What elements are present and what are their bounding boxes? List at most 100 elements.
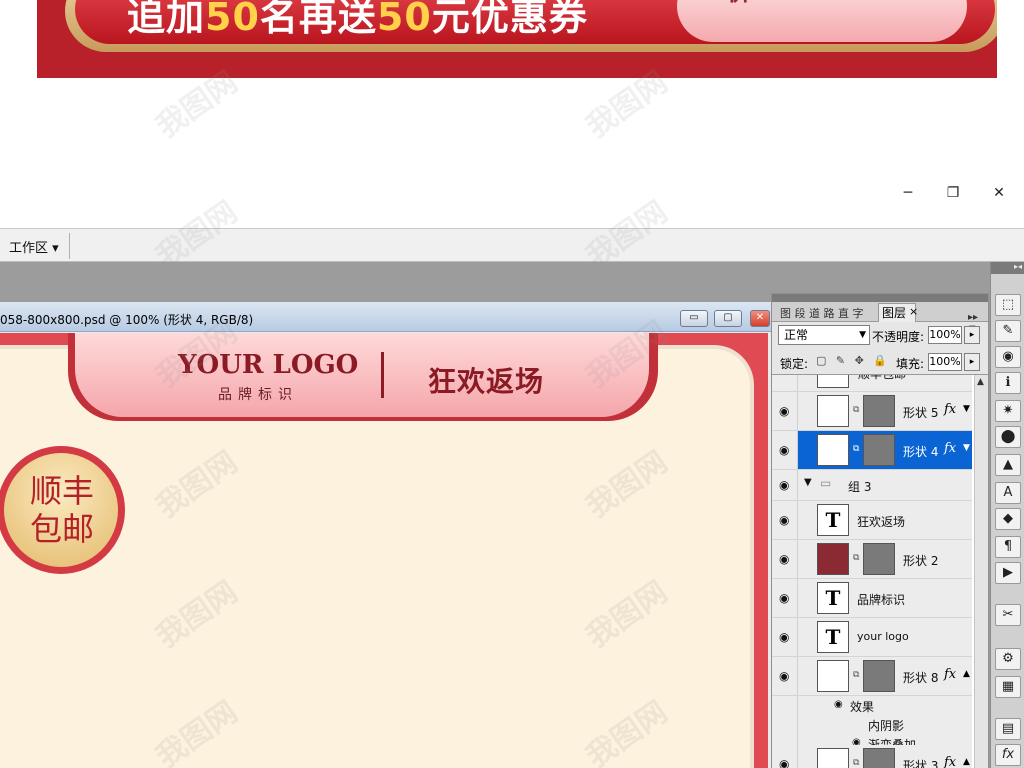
doc-minimize-button[interactable]: ▭ (680, 310, 708, 327)
tool-presets-icon[interactable]: ✂ (995, 604, 1021, 626)
paths-icon[interactable]: ▤ (995, 718, 1021, 740)
strip-grip[interactable]: ▸◂ (991, 262, 1024, 274)
expand-effects-icon[interactable]: ▼ (963, 443, 970, 453)
window-minimize-button[interactable]: ─ (899, 184, 917, 202)
document-title: 058-800x800.psd @ 100% (形状 4, RGB/8) (0, 313, 254, 327)
visibility-toggle[interactable] (772, 375, 798, 391)
layer-row[interactable]: ◉ ⧉ 形状 3 fx ▲ (772, 745, 972, 768)
banner-text-mid: 名再送 (259, 0, 377, 39)
effect-row[interactable]: 内阴影 (772, 715, 972, 734)
styles-icon[interactable]: fx (995, 744, 1021, 766)
screenshot-root: 追加50名再送50元优惠券 价 303 ─ ❐ ✕ 工作区 ▾ 058-800x… (0, 0, 1024, 768)
channels-icon[interactable]: ▦ (995, 676, 1021, 698)
lock-icons[interactable]: ▢ ✎ ✥ 🔒 (816, 354, 890, 367)
layer-row[interactable]: ◉ ⧉ 形状 8 fx ▲ (772, 657, 972, 696)
eye-icon[interactable]: ◉ (779, 478, 789, 492)
collapse-effects-icon[interactable]: ▲ (963, 669, 970, 679)
layer-row[interactable]: ◉ ⧉ 形状 5 fx ▼ (772, 392, 972, 431)
visibility-toggle[interactable]: ◉ (772, 540, 798, 578)
eye-icon[interactable]: ◉ (779, 513, 789, 527)
fill-label: 填充: (896, 357, 925, 371)
expand-effects-icon[interactable]: ▲ (963, 757, 970, 767)
doc-close-button[interactable]: ✕ (750, 310, 770, 327)
banner-text-prefix: 追加 (127, 0, 206, 39)
layer-row[interactable]: ◉ T 狂欢返场 (772, 501, 972, 540)
brushes-icon[interactable]: ✷ (995, 400, 1021, 422)
eye-icon[interactable]: ◉ (779, 630, 789, 644)
document-canvas[interactable] (0, 333, 768, 768)
panel-collapsed-tabs[interactable]: 图 段 道 路 直 字 (780, 305, 863, 321)
shipping-badge-text: 顺丰包邮 (29, 472, 94, 548)
banner-text-num1: 50 (205, 0, 260, 39)
info-icon[interactable]: ℹ (995, 372, 1021, 394)
layer-row[interactable]: 顺丰包邮 (772, 375, 972, 392)
fx-icon[interactable]: fx (944, 402, 956, 417)
fill-field[interactable]: 100% (928, 353, 962, 371)
visibility-toggle[interactable]: ◉ (772, 657, 798, 695)
panel-grip[interactable] (772, 294, 988, 302)
opacity-field[interactable]: 100% (928, 326, 962, 344)
fill-arrow-icon[interactable]: ▸ (964, 353, 980, 371)
fx-icon[interactable]: fx (944, 755, 956, 768)
effects-row[interactable]: ◉ 效果 (772, 696, 972, 715)
tab-close-icon[interactable]: × (909, 305, 918, 318)
eye-icon[interactable]: ◉ (834, 699, 843, 710)
event-title: 狂欢返场 (428, 365, 545, 398)
layer-thumbnail (817, 375, 849, 388)
workspace-dropdown[interactable]: 工作区 ▾ (9, 237, 59, 256)
window-restore-button[interactable]: ❐ (944, 184, 962, 202)
layer-row[interactable]: ◉ T 品牌标识 (772, 579, 972, 618)
fx-icon[interactable]: fx (944, 667, 956, 682)
eye-icon[interactable]: ◉ (779, 552, 789, 566)
visibility-toggle[interactable]: ◉ (772, 501, 798, 539)
swatches-icon[interactable]: ⬤ (995, 426, 1021, 448)
paragraph-icon[interactable]: ¶ (995, 536, 1021, 558)
link-icon[interactable]: ⧉ (853, 670, 859, 680)
visibility-toggle[interactable]: ◉ (772, 470, 798, 500)
layer-thumbnail (817, 748, 849, 768)
eye-icon[interactable]: ◉ (779, 591, 789, 605)
folder-icon: ▭ (820, 476, 832, 490)
link-icon[interactable]: ⧉ (853, 405, 859, 415)
histogram-icon[interactable]: ▲ (995, 454, 1021, 476)
eye-icon[interactable]: ◉ (779, 669, 789, 683)
layer-name: your logo (857, 630, 909, 643)
character-icon[interactable]: A (995, 482, 1021, 504)
layer-name: 品牌标识 (857, 593, 906, 607)
eye-icon[interactable]: ◉ (779, 404, 789, 418)
navigator-icon[interactable]: ⬚ (995, 294, 1021, 316)
visibility-toggle[interactable]: ◉ (772, 618, 798, 656)
visibility-toggle[interactable]: ◉ (772, 431, 798, 469)
opacity-arrow-icon[interactable]: ▸ (964, 326, 980, 344)
visibility-toggle[interactable]: ◉ (772, 392, 798, 430)
scroll-up-icon[interactable]: ▲ (977, 377, 984, 387)
chevron-down-icon: ▼ (859, 330, 866, 340)
history-icon[interactable]: ✎ (995, 320, 1021, 342)
eye-icon[interactable]: ◉ (779, 443, 789, 457)
layers-scrollbar[interactable]: ▲ (974, 375, 988, 768)
banner-text-suffix: 元优惠券 (431, 0, 588, 39)
group-expand-icon[interactable]: ▼ (804, 477, 812, 488)
layer-row[interactable]: ◉ T your logo (772, 618, 972, 657)
blend-mode-select[interactable]: 正常 ▼ (778, 325, 870, 345)
doc-maximize-button[interactable]: ▢ (714, 310, 742, 327)
layers-icon[interactable]: ◆ (995, 508, 1021, 530)
expand-effects-icon[interactable]: ▼ (963, 404, 970, 414)
eye-icon[interactable]: ◉ (779, 757, 789, 768)
layer-row-selected[interactable]: ◉ ⧉ 形状 4 fx ▼ (772, 431, 972, 470)
clone-source-icon[interactable]: ⚙ (995, 648, 1021, 670)
visibility-toggle[interactable]: ◉ (772, 579, 798, 617)
group-row[interactable]: ◉ ▼ ▭ 组 3 (772, 470, 972, 501)
link-icon[interactable]: ⧉ (853, 444, 859, 454)
link-icon[interactable]: ⧉ (853, 553, 859, 563)
fx-icon[interactable]: fx (944, 441, 956, 456)
color-icon[interactable]: ◉ (995, 346, 1021, 368)
link-icon[interactable]: ⧉ (853, 758, 859, 768)
layer-row[interactable]: ◉ ⧉ 形状 2 (772, 540, 972, 579)
document-titlebar[interactable]: 058-800x800.psd @ 100% (形状 4, RGB/8) ▭ ▢… (0, 302, 772, 332)
actions-icon[interactable]: ▶ (995, 562, 1021, 584)
visibility-toggle[interactable]: ◉ (772, 745, 798, 768)
lock-label: 锁定: (780, 357, 809, 371)
effects-label: 效果 (850, 700, 875, 714)
window-close-button[interactable]: ✕ (990, 184, 1008, 202)
